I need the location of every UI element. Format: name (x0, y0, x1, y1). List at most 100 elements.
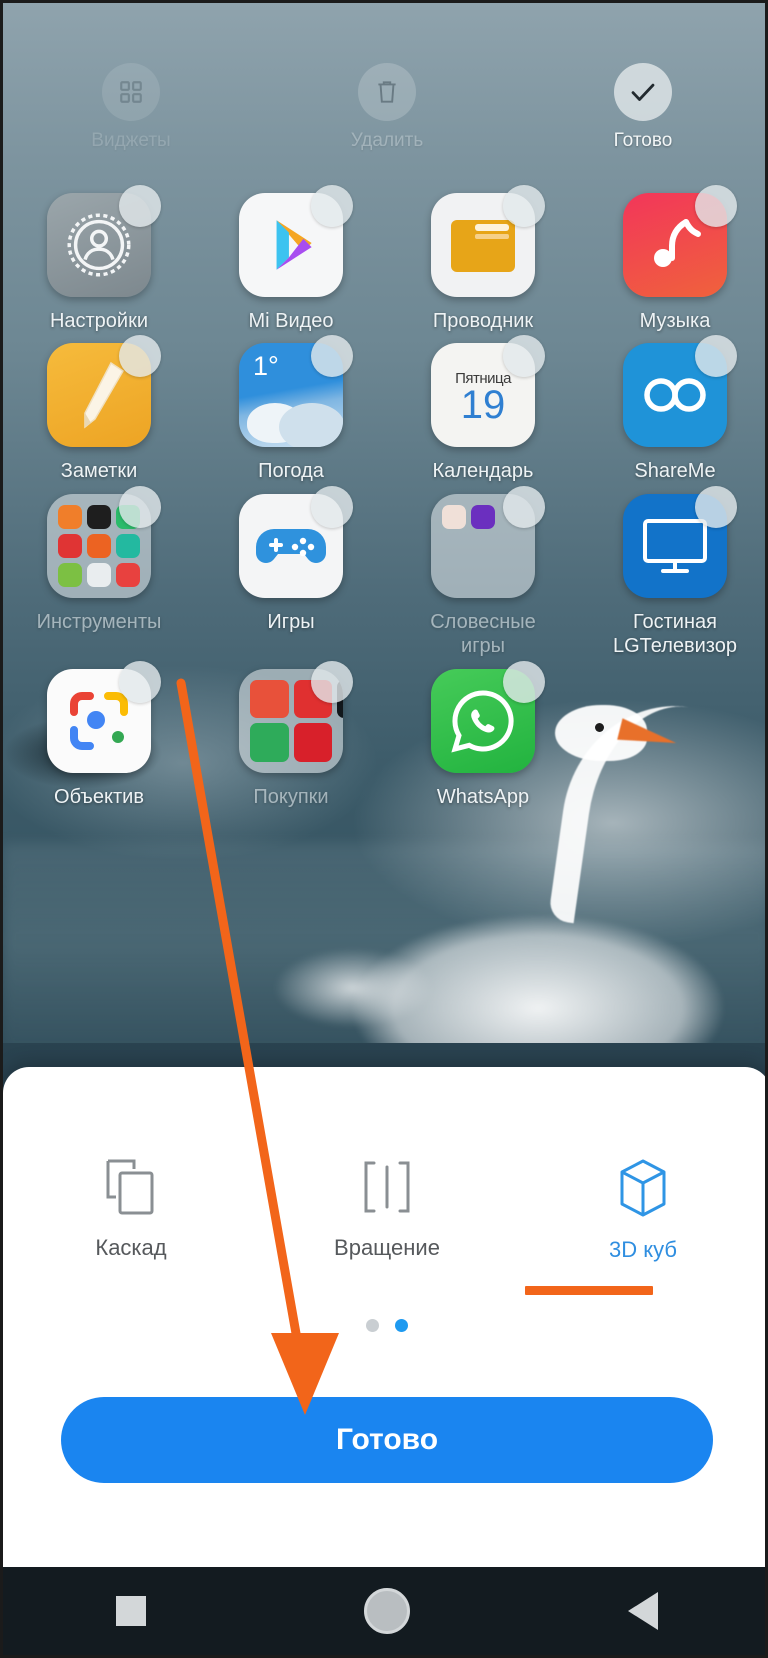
edit-badge[interactable] (311, 335, 353, 378)
edit-badge[interactable] (695, 185, 737, 227)
edit-badge[interactable] (503, 660, 545, 703)
icon-wrap (239, 485, 353, 598)
app-mi-video[interactable]: Mi Видео (195, 185, 387, 333)
app-music[interactable]: Музыка (579, 185, 765, 333)
page-dot-2[interactable] (395, 1319, 408, 1332)
home-button[interactable] (327, 1567, 447, 1655)
edit-badge[interactable] (119, 485, 161, 528)
phone-screen: Виджеты Удалить Готово Настройки Mi Виде… (0, 0, 768, 1658)
icon-wrap: Пятница 19 (431, 335, 545, 448)
app-shareme[interactable]: ShareMe (579, 335, 765, 483)
app-label: Календарь (432, 460, 534, 483)
edit-mode-toolbar: Виджеты Удалить Готово (3, 63, 765, 193)
mini-icon (250, 723, 289, 762)
app-row: Объектив Покупки WhatsApp (3, 660, 765, 809)
app-label: Музыка (639, 310, 711, 332)
check-icon (614, 63, 672, 121)
system-navigation-bar (3, 1567, 765, 1655)
mini-icon (58, 504, 82, 529)
cloud-shape-front (279, 403, 343, 448)
page-dot-1[interactable] (366, 1319, 379, 1332)
done-top-button[interactable]: Готово (515, 63, 765, 193)
edit-badge[interactable] (311, 485, 353, 528)
app-lg-tv[interactable]: Гостиная LGТелевизор (579, 485, 765, 659)
widgets-icon (102, 63, 160, 121)
recents-button[interactable] (71, 1567, 191, 1655)
done-button-label: Готово (335, 1423, 439, 1456)
mini-icon (87, 504, 111, 529)
app-notes[interactable]: Заметки (3, 335, 195, 483)
app-label: Словесные игры (430, 610, 536, 658)
app-row: Заметки 1° Погода Пятница 19 Календарь S… (3, 335, 765, 483)
mini-icon (87, 533, 111, 558)
calendar-day: 19 (460, 382, 506, 427)
edit-badge[interactable] (503, 335, 545, 378)
page-indicator[interactable] (3, 1319, 765, 1332)
delete-button[interactable]: Удалить (259, 63, 515, 193)
widgets-label: Виджеты (91, 130, 171, 151)
effect-cascade[interactable]: Каскад (3, 1155, 259, 1263)
edit-badge[interactable] (119, 660, 161, 703)
app-label: Mi Видео (248, 310, 334, 332)
weather-temperature: 1° (253, 351, 279, 382)
folder-shopping[interactable]: Покупки (195, 660, 387, 809)
edit-badge[interactable] (311, 660, 353, 703)
back-button[interactable] (583, 1567, 703, 1655)
mini-icon (58, 562, 82, 587)
effect-label: Вращение (334, 1235, 440, 1260)
mini-icon (116, 533, 140, 558)
app-label: Погода (258, 460, 324, 483)
app-settings[interactable]: Настройки (3, 185, 195, 333)
app-label: Игры (267, 610, 315, 633)
app-calendar[interactable]: Пятница 19 Календарь (387, 335, 579, 483)
icon-wrap (623, 485, 737, 598)
app-games[interactable]: Игры (195, 485, 387, 659)
done-button[interactable]: Готово (61, 1397, 713, 1483)
edit-badge[interactable] (311, 185, 353, 227)
app-label: Заметки (60, 460, 138, 483)
edit-badge[interactable] (503, 485, 545, 528)
app-weather[interactable]: 1° Погода (195, 335, 387, 483)
effect-label: Каскад (95, 1235, 167, 1260)
mini-icon (116, 562, 140, 587)
icon-wrap (239, 185, 353, 297)
done-top-label: Готово (613, 130, 673, 151)
mini-icon (442, 504, 466, 529)
icon-wrap (431, 485, 545, 598)
edit-badge[interactable] (503, 185, 545, 227)
back-triangle-icon (628, 1592, 658, 1630)
app-google-lens[interactable]: Объектив (3, 660, 195, 809)
mini-icon (58, 533, 82, 558)
edit-badge[interactable] (695, 485, 737, 528)
edit-badge[interactable] (119, 335, 161, 378)
trash-icon (358, 63, 416, 121)
effect-3d-cube[interactable]: 3D куб (515, 1155, 765, 1263)
home-circle-icon (364, 1588, 410, 1634)
app-label: Покупки (253, 785, 329, 808)
icon-wrap (47, 485, 161, 598)
icon-wrap (47, 335, 161, 448)
effect-options: Каскад Вращение 3D куб (3, 1155, 765, 1263)
edit-badge[interactable] (695, 335, 737, 378)
icon-wrap (431, 185, 545, 297)
mini-icon (337, 723, 343, 762)
empty-slot (579, 669, 765, 809)
delete-label: Удалить (350, 130, 424, 151)
folder-tools[interactable]: Инструменты (3, 485, 195, 659)
app-grid: Настройки Mi Видео Проводник Музыка Заме… (3, 185, 765, 819)
app-label: Инструменты (36, 610, 162, 633)
app-label: Гостиная LGТелевизор (612, 610, 737, 658)
widgets-button[interactable]: Виджеты (3, 63, 259, 193)
mini-icon (250, 679, 289, 719)
icon-wrap (623, 335, 737, 448)
app-row: Настройки Mi Видео Проводник Музыка (3, 185, 765, 333)
icon-wrap (431, 660, 545, 773)
app-whatsapp[interactable]: WhatsApp (387, 660, 579, 809)
effect-rotation[interactable]: Вращение (259, 1155, 515, 1263)
edit-badge[interactable] (119, 185, 161, 227)
folder-word-games[interactable]: Словесные игры (387, 485, 579, 659)
icon-wrap (47, 660, 161, 773)
app-row: Инструменты Игры Словесные игры Гостиная… (3, 485, 765, 659)
icon-wrap (47, 185, 161, 297)
app-file-manager[interactable]: Проводник (387, 185, 579, 333)
